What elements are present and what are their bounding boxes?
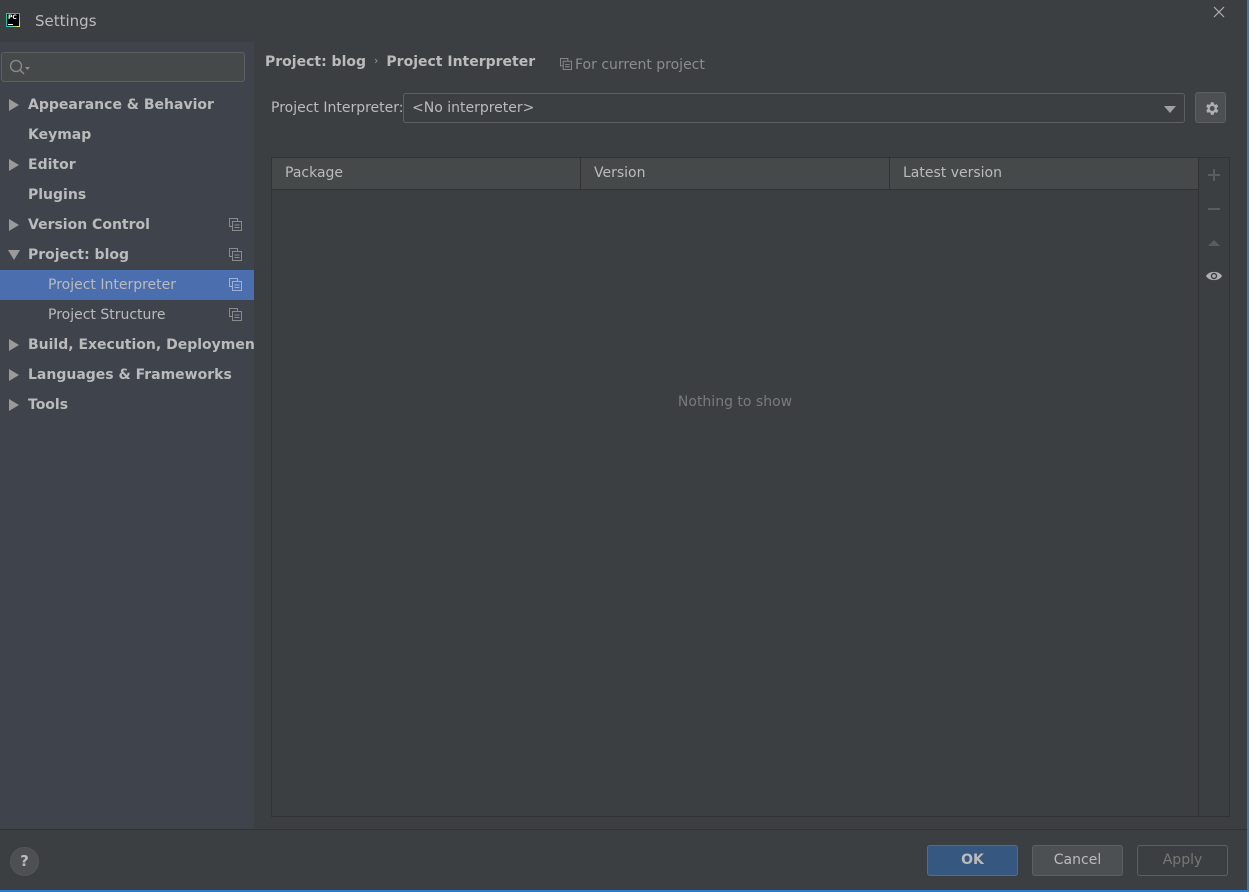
expand-arrow-icon[interactable] (9, 339, 19, 351)
breadcrumb-item-project-blog: Project: blog (265, 54, 367, 70)
sidebar-item-tools[interactable]: Tools (0, 390, 254, 420)
breadcrumb-separator-icon: › (374, 54, 379, 67)
sidebar-item-label: Version Control (28, 217, 150, 233)
sidebar-item-languages-frameworks[interactable]: Languages & Frameworks (0, 360, 254, 390)
packages-panel: Package Version Latest version Nothing t… (271, 157, 1230, 817)
sidebar-item-label: Project: blog (28, 247, 130, 263)
eye-icon (1206, 271, 1222, 281)
window-title: Settings (35, 12, 97, 30)
sidebar-item-editor[interactable]: Editor (0, 150, 254, 180)
scope-indicator: For current project (560, 57, 705, 73)
sidebar-item-label: Plugins (28, 187, 87, 203)
breadcrumb-item-project-interpreter: Project Interpreter (386, 54, 536, 70)
interpreter-settings-button[interactable] (1195, 92, 1226, 123)
dialog-footer: ? OK Cancel Apply (0, 829, 1247, 890)
expand-arrow-icon[interactable] (9, 399, 19, 411)
collapse-arrow-icon[interactable] (8, 250, 20, 260)
settings-tree: Appearance & Behavior Keymap Editor Plug… (0, 90, 262, 420)
sidebar-item-build-execution-deployment[interactable]: Build, Execution, Deployment (0, 330, 262, 360)
close-button[interactable] (1211, 4, 1227, 20)
sidebar-item-label: Tools (28, 397, 69, 413)
settings-search-field[interactable] (1, 52, 245, 82)
column-header-latest-version[interactable]: Latest version (890, 158, 1198, 189)
add-package-button[interactable] (1207, 168, 1221, 182)
sidebar-item-label: Editor (28, 157, 76, 173)
ok-button[interactable]: OK (927, 845, 1018, 876)
sidebar-item-plugins[interactable]: Plugins (0, 180, 254, 210)
package-toolbar (1199, 158, 1229, 816)
sidebar-item-project-structure[interactable]: Project Structure (0, 300, 254, 330)
expand-arrow-icon[interactable] (9, 99, 19, 111)
settings-sidebar: Appearance & Behavior Keymap Editor Plug… (0, 42, 262, 829)
upgrade-package-button[interactable] (1207, 236, 1221, 250)
sidebar-item-appearance-behavior[interactable]: Appearance & Behavior (0, 90, 254, 120)
project-interpreter-value: <No interpreter> (412, 100, 535, 116)
plus-icon (1208, 169, 1220, 181)
sidebar-item-keymap[interactable]: Keymap (0, 120, 254, 150)
minus-icon (1208, 208, 1220, 210)
apply-button[interactable]: Apply (1137, 845, 1228, 876)
search-input[interactable] (34, 57, 234, 77)
project-scope-icon (560, 58, 572, 70)
column-header-package[interactable]: Package (272, 158, 581, 189)
project-scope-icon (229, 218, 242, 231)
project-scope-icon (229, 278, 242, 291)
sidebar-item-label: Appearance & Behavior (28, 97, 214, 113)
sidebar-item-label: Keymap (28, 127, 92, 143)
sidebar-item-label: Languages & Frameworks (28, 367, 232, 383)
sidebar-item-version-control[interactable]: Version Control (0, 210, 254, 240)
title-bar: PC Settings (0, 0, 1247, 42)
project-interpreter-label: Project Interpreter: (271, 100, 404, 116)
empty-table-message: Nothing to show (677, 394, 793, 410)
close-icon (1213, 6, 1225, 18)
sidebar-item-project-blog[interactable]: Project: blog (0, 240, 254, 270)
cancel-button[interactable]: Cancel (1032, 845, 1123, 876)
search-icon (9, 59, 30, 75)
project-interpreter-dropdown[interactable]: <No interpreter> (403, 93, 1185, 123)
scope-label: For current project (575, 57, 705, 73)
help-button[interactable]: ? (10, 847, 39, 876)
table-header: Package Version Latest version (272, 158, 1198, 190)
sidebar-item-label: Project Structure (48, 307, 166, 323)
remove-package-button[interactable] (1207, 202, 1221, 216)
sidebar-item-label: Build, Execution, Deployment (28, 337, 262, 353)
chevron-down-icon (1164, 106, 1176, 113)
expand-arrow-icon[interactable] (9, 369, 19, 381)
sidebar-item-label: Project Interpreter (48, 277, 177, 293)
triangle-up-icon (1208, 240, 1220, 246)
sidebar-item-project-interpreter[interactable]: Project Interpreter (0, 270, 254, 300)
expand-arrow-icon[interactable] (9, 159, 19, 171)
pycharm-icon: PC (6, 13, 20, 27)
breadcrumb: Project: blog › Project Interpreter (265, 54, 535, 70)
settings-dialog: PC Settings Appearance & Behavior Keymap… (0, 0, 1249, 892)
packages-table: Package Version Latest version Nothing t… (272, 158, 1199, 816)
settings-content: Project: blog › Project Interpreter For cu… (254, 42, 1247, 829)
project-scope-icon (229, 308, 242, 321)
gear-icon (1206, 102, 1219, 115)
expand-arrow-icon[interactable] (9, 219, 19, 231)
column-header-version[interactable]: Version (581, 158, 890, 189)
show-early-releases-button[interactable] (1205, 269, 1223, 283)
project-scope-icon (229, 248, 242, 261)
